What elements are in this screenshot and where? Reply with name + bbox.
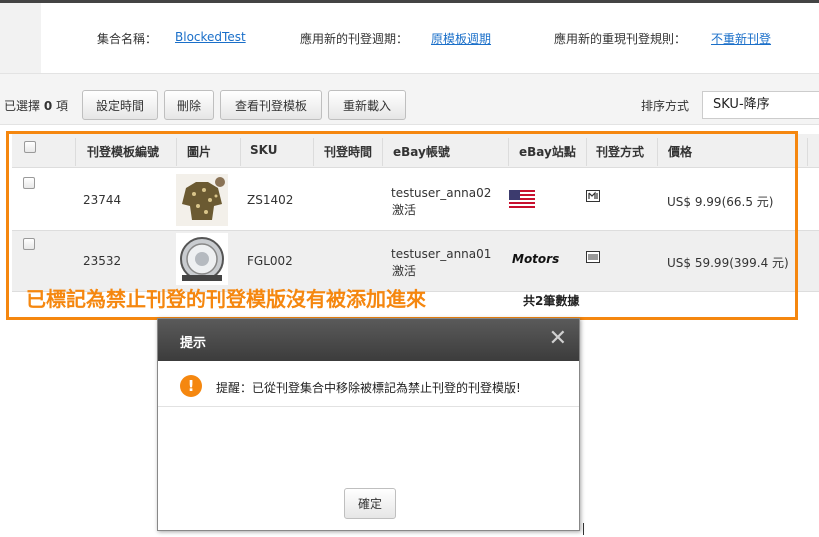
dialog-message: 提醒：已從刊登集合中移除被標記為禁止刊登的刊登模版! <box>216 381 521 395</box>
close-icon[interactable]: ✕ <box>549 327 567 351</box>
dialog-message-row: ! 提醒：已從刊登集合中移除被標記為禁止刊登的刊登模版! <box>158 367 579 407</box>
sort-select[interactable]: SKU-降序 <box>702 91 819 119</box>
sort-label: 排序方式 <box>641 99 690 113</box>
collection-name-link[interactable]: BlockedTest <box>175 30 246 44</box>
column-divider <box>807 138 808 166</box>
cycle-value-link[interactable]: 原模板週期 <box>431 30 491 47</box>
warning-icon: ! <box>180 375 202 397</box>
set-time-button[interactable]: 設定時間 <box>82 90 158 120</box>
total-count: 共2筆數據 <box>523 294 580 308</box>
reload-button[interactable]: 重新載入 <box>328 90 406 120</box>
top-border <box>0 0 819 3</box>
selected-prefix: 已選擇 <box>4 99 41 113</box>
selected-count: 0 <box>43 99 53 113</box>
view-template-button[interactable]: 查看刊登模板 <box>220 90 322 120</box>
text-cursor <box>583 523 584 535</box>
rule-label: 應用新的重現刊登規則： <box>554 32 687 46</box>
notice-dialog: 提示 ✕ ! 提醒：已從刊登集合中移除被標記為禁止刊登的刊登模版! 確定 <box>157 318 580 531</box>
collection-info-bar: 集合名稱： BlockedTest 應用新的刊登週期： 原模板週期 應用新的重現… <box>0 30 819 48</box>
collection-label: 集合名稱： <box>97 32 158 46</box>
dialog-title: 提示 <box>180 336 207 351</box>
confirm-button[interactable]: 確定 <box>344 488 396 519</box>
annotation-text: 已標記為禁止刊登的刊登模版沒有被添加進來 <box>26 287 426 311</box>
cycle-label: 應用新的刊登週期： <box>300 32 409 46</box>
selected-suffix: 項 <box>56 99 69 113</box>
rule-value-link[interactable]: 不重新刊登 <box>711 30 771 47</box>
dialog-header: 提示 ✕ <box>158 319 579 361</box>
delete-button[interactable]: 刪除 <box>164 90 214 120</box>
toolbar: 已選擇 0 項 設定時間 刪除 查看刊登模板 重新載入 排序方式 SKU-降序 <box>0 73 819 125</box>
selected-count-text: 已選擇 0 項 <box>4 97 68 114</box>
